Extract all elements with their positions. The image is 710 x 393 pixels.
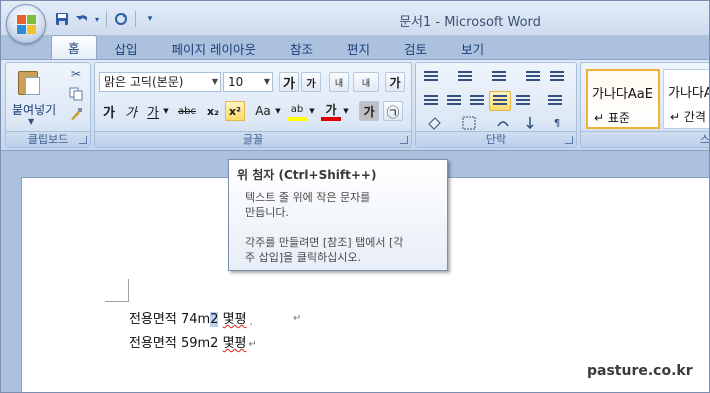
text-direction-icon[interactable] xyxy=(488,113,518,133)
save-icon[interactable] xyxy=(53,10,71,28)
tooltip-title: 위 첨자 (Ctrl+Shift++) xyxy=(237,168,377,182)
tab-mailings[interactable]: 편지 xyxy=(331,37,386,59)
highlight-button[interactable]: ab xyxy=(287,101,307,121)
margin-marker xyxy=(105,301,129,302)
document-line-1[interactable]: 전용면적 74m2 몇평 ¸ xyxy=(129,308,254,327)
subscript-button[interactable]: x₂ xyxy=(203,101,223,121)
copy-icon[interactable] xyxy=(68,87,84,103)
tab-home[interactable]: 홈 xyxy=(51,35,97,59)
qat-separator xyxy=(106,11,107,27)
paragraph-group: ¶ 단락 xyxy=(415,62,577,148)
word-window: 문서1 - Microsoft Word ▾ ▾ 홈 삽입 페이지 레이아웃 참… xyxy=(0,0,710,393)
document-line-2[interactable]: 전용면적 59m2 몇평 ↵ xyxy=(129,332,257,351)
paste-button-label[interactable]: 붙여넣기 xyxy=(12,101,56,118)
sort-icon[interactable] xyxy=(522,113,544,133)
styles-group: 가나다AaE ↵ 표준 가나다AaE ↵ 간격 없 스 xyxy=(580,62,709,148)
ribbon: 붙여넣기 ▼ ✂ 클립보드 맑은 고딕(본문)▼ 10▼ 가 가 내 내 가 xyxy=(1,59,709,151)
quick-access-toolbar: ▾ ▾ xyxy=(53,9,159,29)
tab-insert[interactable]: 삽입 xyxy=(99,37,154,59)
margin-marker xyxy=(128,279,129,301)
font-group: 맑은 고딕(본문) ▼ 10 ▼ 가 가 내 내 가 가 가 가 ▼ abc x₂ … xyxy=(94,62,412,148)
font-size-select[interactable]: 10 ▼ xyxy=(223,72,273,92)
enclose-characters-button[interactable]: ㉠ xyxy=(383,101,403,121)
character-shading-button[interactable]: 가 xyxy=(359,101,379,121)
clear-format-button[interactable]: 내 xyxy=(329,72,349,92)
align-center-icon[interactable] xyxy=(443,91,465,111)
undo-icon[interactable] xyxy=(73,10,91,28)
change-case-button[interactable]: Aa xyxy=(251,101,275,121)
italic-button[interactable]: 가 xyxy=(121,101,141,121)
tab-page-layout[interactable]: 페이지 레이아웃 xyxy=(156,37,272,59)
font-launcher-icon[interactable] xyxy=(400,136,408,144)
undo-dropdown-icon[interactable]: ▾ xyxy=(93,10,101,28)
phonetic-guide-button[interactable]: 내 xyxy=(353,72,379,92)
font-color-dropdown-icon[interactable]: ▼ xyxy=(341,101,351,121)
tab-review[interactable]: 검토 xyxy=(388,37,443,59)
qat-separator xyxy=(135,11,136,27)
style-no-spacing[interactable]: 가나다AaE ↵ 간격 없 xyxy=(663,69,709,129)
superscript-button[interactable]: x² xyxy=(225,101,245,121)
style-normal[interactable]: 가나다AaE ↵ 표준 xyxy=(586,69,660,129)
paragraph-group-label: 단락 xyxy=(416,131,576,147)
cut-icon[interactable]: ✂ xyxy=(68,67,84,83)
grow-font-button[interactable]: 가 xyxy=(279,72,299,92)
character-border-button[interactable]: 가 xyxy=(385,72,405,92)
change-case-dropdown-icon[interactable]: ▼ xyxy=(273,101,283,121)
clipboard-launcher-icon[interactable] xyxy=(79,136,87,144)
clipboard-group-label: 클립보드 xyxy=(6,131,90,147)
spelling-error[interactable]: 몇평 xyxy=(223,312,247,327)
paragraph-mark: ↵ xyxy=(293,313,302,324)
font-color-button[interactable]: 가 xyxy=(321,101,341,121)
customize-qat-icon[interactable]: ▾ xyxy=(141,10,159,28)
watermark: pasture.co.kr xyxy=(587,363,693,379)
paste-icon[interactable] xyxy=(16,67,42,97)
spelling-error[interactable]: 몇평 xyxy=(223,336,247,351)
font-group-label: 글꼴 xyxy=(95,131,411,147)
paste-dropdown-icon[interactable]: ▼ xyxy=(28,117,34,126)
underline-button[interactable]: 가 xyxy=(143,101,163,121)
styles-group-label: 스 xyxy=(581,131,709,147)
office-logo-icon xyxy=(17,15,37,35)
align-left-icon[interactable] xyxy=(420,91,442,111)
clipboard-group: 붙여넣기 ▼ ✂ 클립보드 xyxy=(5,62,91,148)
increase-indent-icon[interactable] xyxy=(546,67,568,87)
numbering-icon[interactable] xyxy=(454,67,476,87)
justify-icon[interactable] xyxy=(489,91,511,111)
underline-dropdown-icon[interactable]: ▼ xyxy=(161,101,171,121)
paragraph-launcher-icon[interactable] xyxy=(565,136,573,144)
tab-view[interactable]: 보기 xyxy=(445,37,500,59)
superscript-tooltip: 위 첨자 (Ctrl+Shift++) 텍스트 줄 위에 작은 문자를 만듭니다.… xyxy=(228,159,448,271)
bold-button[interactable]: 가 xyxy=(99,101,119,121)
decrease-indent-icon[interactable] xyxy=(522,67,544,87)
borders-icon[interactable] xyxy=(454,113,484,133)
office-button[interactable] xyxy=(6,4,46,44)
strikethrough-button[interactable]: abc xyxy=(175,101,199,121)
multilevel-list-icon[interactable] xyxy=(488,67,510,87)
ribbon-tabs: 홈 삽입 페이지 레이아웃 참조 편지 검토 보기 xyxy=(51,35,502,59)
font-name-select[interactable]: 맑은 고딕(본문) ▼ xyxy=(99,72,221,92)
redo-icon[interactable] xyxy=(112,10,130,28)
shading-icon[interactable] xyxy=(420,113,450,133)
distributed-icon[interactable] xyxy=(512,91,534,111)
show-marks-icon[interactable]: ¶ xyxy=(546,113,568,133)
format-painter-icon[interactable] xyxy=(68,107,84,123)
line-spacing-icon[interactable] xyxy=(540,91,570,111)
highlight-dropdown-icon[interactable]: ▼ xyxy=(307,101,317,121)
align-right-icon[interactable] xyxy=(466,91,488,111)
shrink-font-button[interactable]: 가 xyxy=(301,72,321,92)
title-bar: 문서1 - Microsoft Word ▾ ▾ xyxy=(1,1,709,35)
bullets-icon[interactable] xyxy=(420,67,442,87)
tab-references[interactable]: 참조 xyxy=(274,37,329,59)
tooltip-body: 텍스트 줄 위에 작은 문자를 만듭니다. 각주를 만들려면 [참조] 탭에서 [… xyxy=(245,191,404,264)
